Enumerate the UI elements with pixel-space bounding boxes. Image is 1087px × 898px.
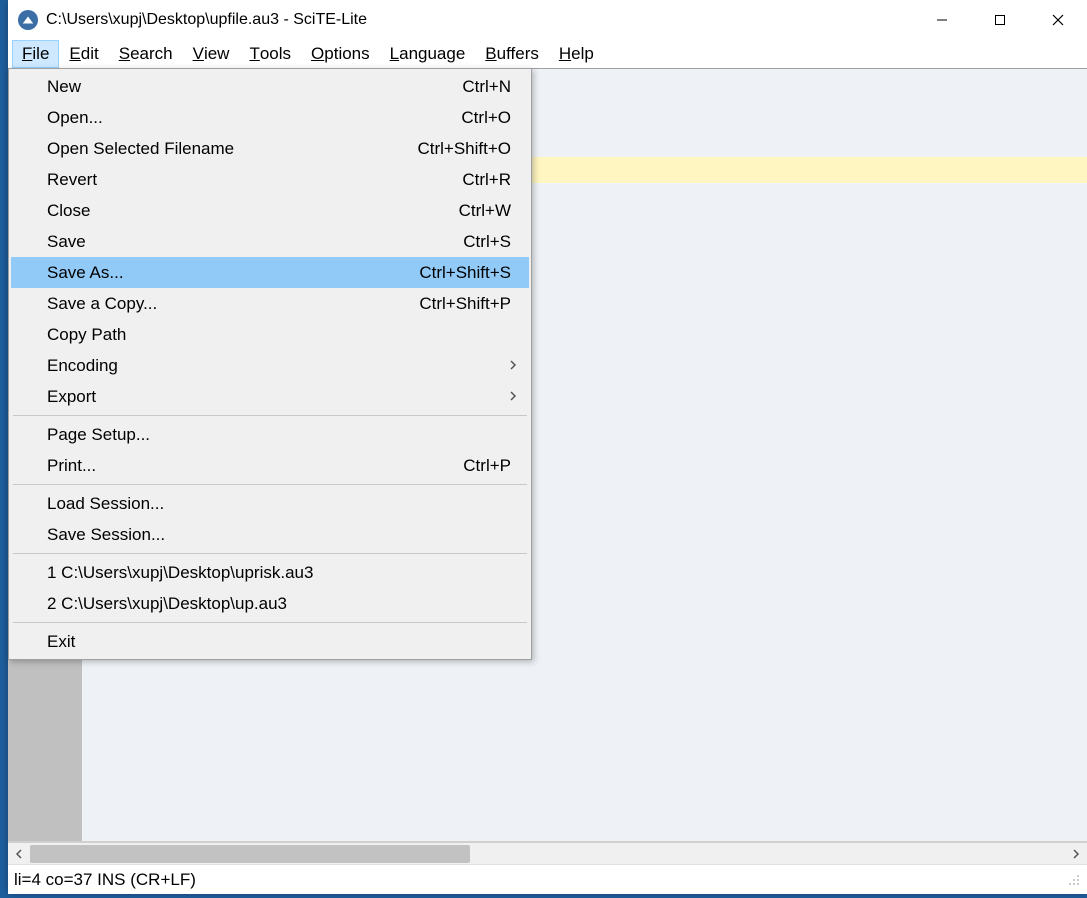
menu-item-label: Page Setup... <box>47 425 511 445</box>
menu-item[interactable]: Save As...Ctrl+Shift+S <box>11 257 529 288</box>
menu-item[interactable]: Encoding <box>11 350 529 381</box>
menu-item[interactable]: Print...Ctrl+P <box>11 450 529 481</box>
scroll-thumb[interactable] <box>30 845 470 863</box>
menu-language[interactable]: Language <box>380 40 476 68</box>
close-icon <box>1052 14 1064 26</box>
maximize-icon <box>994 14 1006 26</box>
menu-item[interactable]: Page Setup... <box>11 419 529 450</box>
chevron-left-icon <box>15 849 23 859</box>
menu-item-label: Print... <box>47 456 463 476</box>
menu-item-accelerator: Ctrl+S <box>463 232 511 252</box>
menu-item[interactable]: 2 C:\Users\xupj\Desktop\up.au3 <box>11 588 529 619</box>
menu-view[interactable]: View <box>183 40 240 68</box>
file-menu-dropdown: NewCtrl+NOpen...Ctrl+OOpen Selected File… <box>8 68 532 660</box>
status-text: li=4 co=37 INS (CR+LF) <box>14 870 196 890</box>
menu-item[interactable]: 1 C:\Users\xupj\Desktop\uprisk.au3 <box>11 557 529 588</box>
menu-item[interactable]: NewCtrl+N <box>11 71 529 102</box>
menu-file[interactable]: File <box>12 40 59 68</box>
menu-item[interactable]: Save a Copy...Ctrl+Shift+P <box>11 288 529 319</box>
maximize-button[interactable] <box>971 0 1029 40</box>
menu-help[interactable]: Help <box>549 40 604 68</box>
menu-item-label: New <box>47 77 462 97</box>
menu-separator <box>13 415 527 416</box>
chevron-right-icon <box>509 359 517 373</box>
menu-item-label: Save Session... <box>47 525 511 545</box>
scroll-track[interactable] <box>30 843 1065 865</box>
scroll-left-arrow[interactable] <box>8 843 30 865</box>
menu-item[interactable]: Export <box>11 381 529 412</box>
menu-item-label: Save As... <box>47 263 419 283</box>
menu-item-label: Export <box>47 387 511 407</box>
chevron-right-icon <box>509 390 517 404</box>
menu-edit[interactable]: Edit <box>59 40 108 68</box>
statusbar: li=4 co=37 INS (CR+LF) <box>8 864 1087 894</box>
menu-item[interactable]: Load Session... <box>11 488 529 519</box>
menu-item[interactable]: Exit <box>11 626 529 657</box>
menu-item-label: Open Selected Filename <box>47 139 417 159</box>
menu-separator <box>13 484 527 485</box>
menu-item[interactable]: CloseCtrl+W <box>11 195 529 226</box>
menu-item-accelerator: Ctrl+N <box>462 77 511 97</box>
menu-item[interactable]: Open Selected FilenameCtrl+Shift+O <box>11 133 529 164</box>
menu-item-label: Open... <box>47 108 461 128</box>
menu-item-accelerator: Ctrl+R <box>462 170 511 190</box>
menu-item-accelerator: Ctrl+Shift+P <box>419 294 511 314</box>
menu-item-accelerator: Ctrl+O <box>461 108 511 128</box>
scroll-right-arrow[interactable] <box>1065 843 1087 865</box>
menu-tools[interactable]: Tools <box>239 40 301 68</box>
menu-item-accelerator: Ctrl+Shift+O <box>417 139 511 159</box>
menu-buffers[interactable]: Buffers <box>475 40 549 68</box>
minimize-button[interactable] <box>913 0 971 40</box>
resize-grip-icon[interactable] <box>1067 871 1081 888</box>
menu-item-label: Encoding <box>47 356 511 376</box>
menu-item-accelerator: Ctrl+W <box>459 201 511 221</box>
menu-item-label: 2 C:\Users\xupj\Desktop\up.au3 <box>47 594 511 614</box>
app-icon <box>18 10 38 30</box>
menu-item-label: Close <box>47 201 459 221</box>
chevron-right-icon <box>1072 849 1080 859</box>
menu-item-label: Revert <box>47 170 462 190</box>
menu-item[interactable]: Save Session... <box>11 519 529 550</box>
window-title: C:\Users\xupj\Desktop\upfile.au3 - SciTE… <box>46 11 913 29</box>
menu-item[interactable]: Open...Ctrl+O <box>11 102 529 133</box>
menu-item-label: Exit <box>47 632 511 652</box>
menu-item-label: Save <box>47 232 463 252</box>
window-controls <box>913 0 1087 40</box>
menu-item-label: Copy Path <box>47 325 511 345</box>
menubar: FileEditSearchViewToolsOptionsLanguageBu… <box>8 40 1087 68</box>
menu-separator <box>13 622 527 623</box>
minimize-icon <box>936 14 948 26</box>
menu-options[interactable]: Options <box>301 40 380 68</box>
menu-item[interactable]: SaveCtrl+S <box>11 226 529 257</box>
close-button[interactable] <box>1029 0 1087 40</box>
menu-item-accelerator: Ctrl+Shift+S <box>419 263 511 283</box>
menu-item-label: Save a Copy... <box>47 294 419 314</box>
menu-separator <box>13 553 527 554</box>
menu-item[interactable]: Copy Path <box>11 319 529 350</box>
horizontal-scrollbar[interactable] <box>8 842 1087 864</box>
menu-item-accelerator: Ctrl+P <box>463 456 511 476</box>
menu-item-label: Load Session... <box>47 494 511 514</box>
menu-item-label: 1 C:\Users\xupj\Desktop\uprisk.au3 <box>47 563 511 583</box>
menu-item[interactable]: RevertCtrl+R <box>11 164 529 195</box>
menu-search[interactable]: Search <box>109 40 183 68</box>
titlebar: C:\Users\xupj\Desktop\upfile.au3 - SciTE… <box>8 0 1087 40</box>
